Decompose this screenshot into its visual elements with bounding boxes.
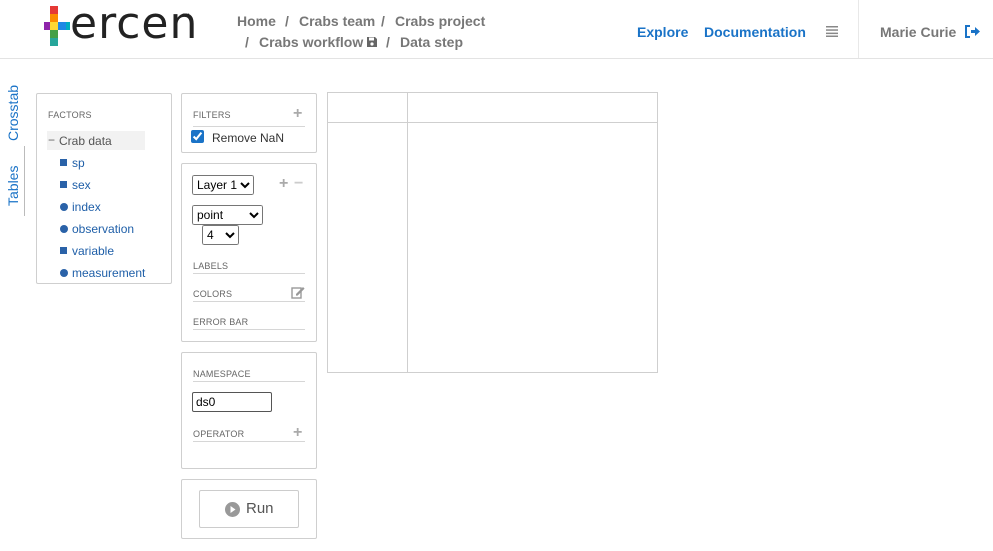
remove-layer-icon[interactable]: − [294,176,303,192]
logo-trademark: ™ [182,12,190,21]
crosstab-corner-cell[interactable] [328,93,407,122]
factor-item-label: index [72,200,101,214]
factor-item-label: variable [72,244,115,258]
tab-tables[interactable]: Tables [5,166,21,206]
factor-item-label: sex [72,178,91,192]
breadcrumb-project[interactable]: Crabs project [395,13,485,29]
namespace-panel: NAMESPACE OPERATOR + [181,352,317,469]
factors-panel: FACTORS − Crab data sp sex index observatio… [36,93,172,284]
nav-explore[interactable]: Explore [637,24,688,40]
add-filter-icon[interactable]: + [293,106,302,122]
operator-divider [193,441,305,442]
labels-divider [193,273,305,274]
header-divider [858,0,859,58]
namespace-divider [193,381,305,382]
run-button[interactable]: Run [199,490,299,528]
row-factors-zone[interactable] [328,123,407,372]
run-label: Run [246,500,274,517]
factor-circle-icon [60,225,68,233]
tercen-logo[interactable]: ercen ™ [42,0,197,52]
column-factors-zone[interactable] [408,93,657,122]
breadcrumb-separator: / [381,13,385,29]
factor-circle-icon [60,203,68,211]
namespace-title: NAMESPACE [193,369,251,379]
factor-item-label: observation [72,222,135,236]
filters-panel: FILTERS + Remove NaN [181,93,317,153]
filters-title: FILTERS [193,110,231,120]
add-operator-icon[interactable]: + [293,425,302,441]
remove-nan-checkbox[interactable] [191,130,204,143]
add-layer-icon[interactable]: + [279,176,288,192]
crosstab-grid [327,92,658,373]
filters-divider [193,126,305,127]
edit-colors-icon[interactable] [291,286,305,299]
breadcrumb-separator: / [245,34,249,50]
sign-out-icon[interactable] [965,25,980,38]
point-size-select[interactable]: 4 [202,225,239,245]
save-icon[interactable] [366,36,378,48]
run-panel: Run [181,479,317,539]
header: ercen ™ Home / Crabs team / Crabs projec… [0,0,993,59]
factor-square-icon [60,247,67,254]
breadcrumb-team[interactable]: Crabs team [299,13,375,29]
factor-item-label: measurement [72,266,146,280]
factor-square-icon [60,181,67,188]
factor-group-label: Crab data [59,134,112,148]
layer-panel: Layer 1 + − point 4 LABELS COLORS ERROR … [181,163,317,342]
namespace-input[interactable] [192,392,272,412]
labels-title: LABELS [193,261,229,271]
factor-item-observation[interactable]: observation [60,222,134,236]
factor-item-sex[interactable]: sex [60,178,91,192]
user-name[interactable]: Marie Curie [880,24,956,40]
breadcrumb-workflow[interactable]: Crabs workflow [259,34,363,50]
factors-title: FACTORS [48,110,92,120]
colors-divider [193,301,305,302]
colors-title: COLORS [193,289,233,299]
tab-crosstab[interactable]: Crosstab [5,85,21,141]
chart-type-select[interactable]: point [192,205,263,225]
crosstab-body-zone[interactable] [408,123,657,372]
factor-item-measurement[interactable]: measurement [60,266,145,280]
factor-square-icon [60,159,67,166]
play-icon [225,502,240,517]
breadcrumb-step[interactable]: Data step [400,34,463,50]
factor-item-index[interactable]: index [60,200,101,214]
operator-title: OPERATOR [193,429,245,439]
breadcrumb-separator: / [285,13,289,29]
logo-text: ercen [70,0,199,49]
factor-circle-icon [60,269,68,277]
error-bar-title: ERROR BAR [193,317,249,327]
tab-divider [24,146,25,216]
layer-select[interactable]: Layer 1 [192,175,254,195]
error-bar-divider [193,329,305,330]
breadcrumb-home[interactable]: Home [237,13,276,29]
nav-documentation[interactable]: Documentation [704,24,806,40]
factor-item-label: sp [72,156,85,170]
collapse-icon[interactable]: − [48,133,55,147]
factor-item-variable[interactable]: variable [60,244,114,258]
remove-nan-label: Remove NaN [212,131,285,145]
factor-item-sp[interactable]: sp [60,156,85,170]
breadcrumb-separator: / [386,34,390,50]
menu-icon[interactable] [826,25,838,37]
